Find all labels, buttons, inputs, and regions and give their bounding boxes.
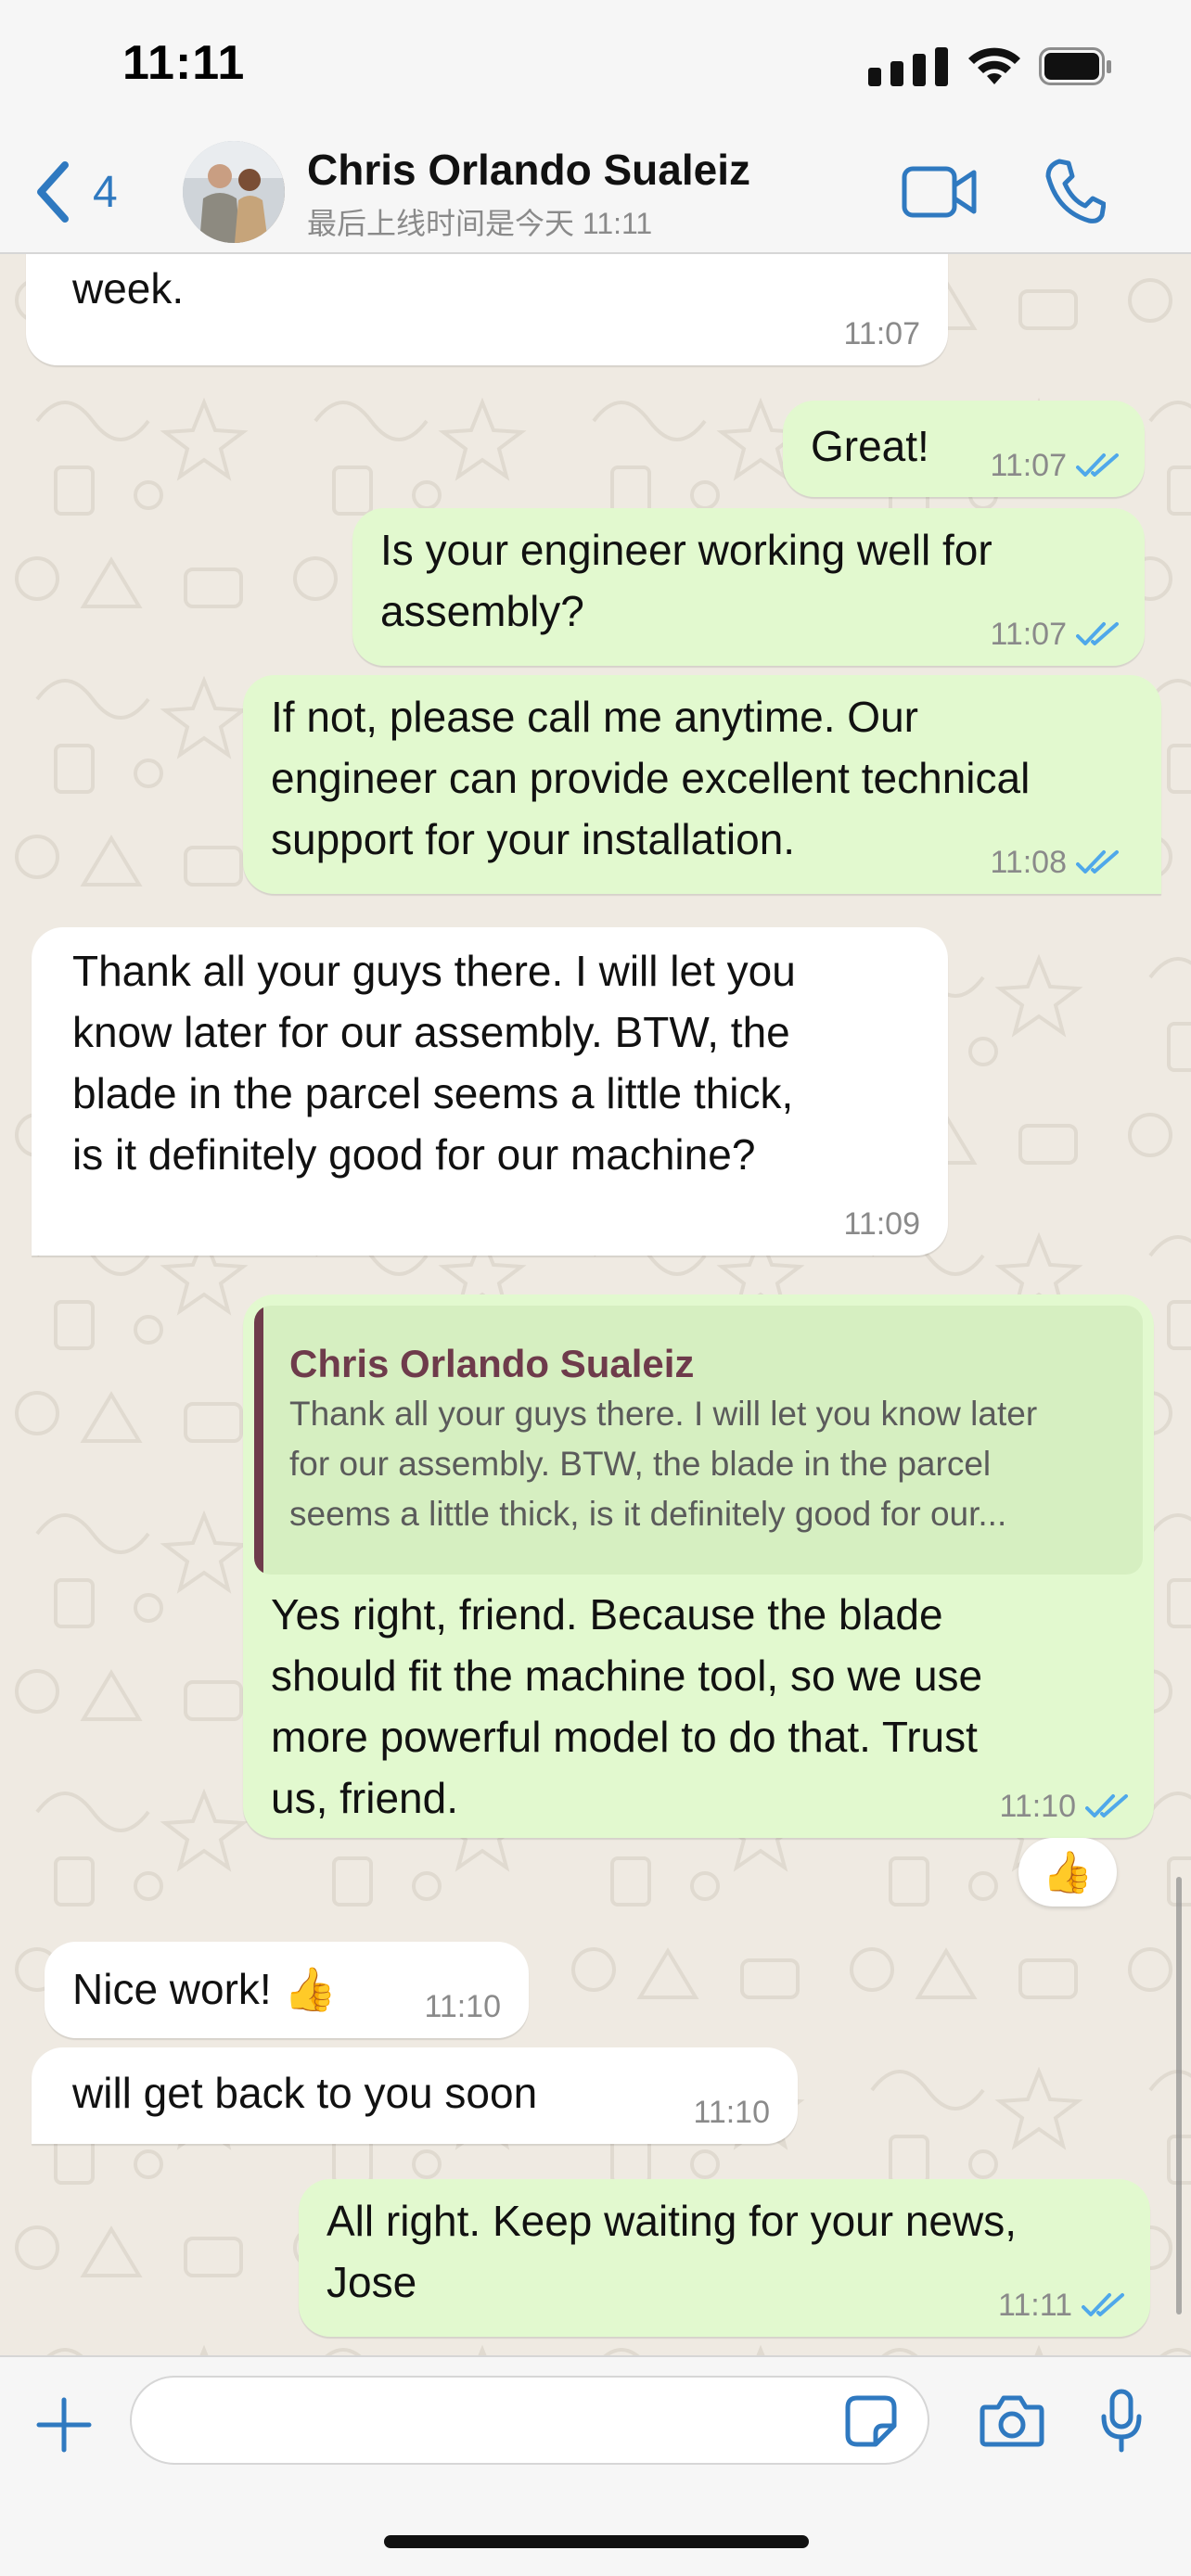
message-outgoing[interactable]: Is your engineer working well for assemb… — [352, 508, 1145, 666]
video-camera-icon — [902, 166, 977, 218]
quote-text: Thank all your guys there. I will let yo… — [289, 1395, 1038, 1533]
message-meta: 11:11 — [998, 2287, 1126, 2324]
read-receipt-icon — [1076, 850, 1119, 874]
message-time: 11:10 — [999, 1789, 1076, 1824]
message-meta: 11:10 — [424, 1988, 501, 2025]
message-meta: 11:10 — [693, 2094, 770, 2131]
camera-button[interactable] — [980, 2394, 1044, 2448]
status-bar: 11:11 — [0, 0, 1191, 130]
contact-name[interactable]: Chris Orlando Sualeiz — [307, 145, 750, 195]
read-receipt-icon — [1076, 453, 1119, 477]
message-text: Is your engineer working well for assemb… — [380, 526, 992, 635]
video-call-button[interactable] — [902, 163, 978, 221]
sticker-icon — [845, 2395, 897, 2447]
chat-area[interactable]: machine. I think it should be done this … — [0, 254, 1191, 2355]
message-text: will get back to you soon — [72, 2069, 538, 2117]
last-seen-status: 最后上线时间是今天 11:11 — [307, 207, 653, 240]
reaction-badge[interactable]: 👍 — [1018, 1838, 1117, 1906]
attach-button[interactable] — [35, 2396, 93, 2454]
back-button[interactable]: 4 — [33, 161, 118, 223]
message-text: Nice work! 👍 — [72, 1965, 337, 2013]
battery-icon — [1039, 47, 1111, 85]
message-text: Yes right, friend. Because the blade sho… — [271, 1590, 983, 1822]
message-meta: 11:07 — [990, 616, 1121, 653]
message-time: 11:07 — [843, 316, 920, 351]
message-incoming[interactable]: Thank all your guys there. I will let yo… — [32, 927, 948, 1256]
wifi-icon — [968, 47, 1020, 84]
home-indicator — [384, 2535, 809, 2548]
status-time: 11:11 — [122, 36, 246, 90]
microphone-icon — [1101, 2389, 1142, 2453]
status-icons — [868, 41, 1113, 93]
message-time: 11:10 — [424, 1989, 501, 2024]
message-time: 11:10 — [693, 2095, 770, 2130]
message-time: 11:08 — [990, 845, 1067, 880]
message-time: 11:11 — [997, 2288, 1072, 2323]
message-time: 11:07 — [990, 617, 1067, 652]
message-text: All right. Keep waiting for your news, J… — [327, 2197, 1018, 2306]
scrollbar-thumb[interactable] — [1176, 1877, 1182, 2315]
unread-count: 4 — [93, 167, 118, 217]
message-text: If not, please call me anytime. Our engi… — [271, 693, 1031, 863]
chat-header: 4 Chris Orlando Sualeiz 最后上线时间是今天 11:11 — [0, 130, 1191, 254]
read-receipt-icon — [1076, 622, 1119, 645]
message-outgoing[interactable]: If not, please call me anytime. Our engi… — [243, 675, 1161, 894]
message-outgoing[interactable]: Great! 11:07 — [783, 401, 1145, 497]
read-receipt-icon — [1085, 1794, 1128, 1817]
message-outgoing[interactable]: All right. Keep waiting for your news, J… — [299, 2179, 1150, 2337]
message-text: Thank all your guys there. I will let yo… — [72, 947, 796, 1179]
message-time: 11:07 — [990, 448, 1067, 483]
quote-accent-bar — [254, 1306, 263, 1575]
message-incoming[interactable]: machine. I think it should be done this … — [26, 254, 948, 365]
plus-icon — [36, 2397, 92, 2453]
sticker-button[interactable] — [844, 2394, 898, 2448]
avatar[interactable] — [183, 141, 285, 243]
message-meta: 11:09 — [843, 1205, 920, 1243]
quote-author: Chris Orlando Sualeiz — [289, 1342, 695, 1385]
message-meta: 11:08 — [990, 844, 1121, 881]
message-meta: 11:07 — [990, 447, 1121, 484]
chevron-left-icon — [37, 161, 69, 223]
voice-call-button[interactable] — [1044, 158, 1107, 224]
message-text: Great! — [811, 422, 929, 470]
message-text: machine. I think it should be done this … — [72, 264, 185, 312]
message-input[interactable] — [130, 2376, 929, 2465]
phone-icon — [1045, 159, 1107, 223]
message-meta: 11:10 — [999, 1788, 1130, 1825]
message-time: 11:09 — [843, 1206, 920, 1242]
message-input-bar — [0, 2355, 1191, 2576]
camera-icon — [980, 2395, 1044, 2447]
quoted-message[interactable]: Chris Orlando Sualeiz Thank all your guy… — [254, 1306, 1143, 1575]
cellular-signal-icon — [868, 47, 948, 86]
message-incoming[interactable]: Nice work! 👍 11:10 — [45, 1942, 529, 2038]
mic-button[interactable] — [1100, 2389, 1143, 2454]
message-meta: 11:07 — [843, 315, 920, 352]
message-incoming[interactable]: will get back to you soon 11:10 — [32, 2047, 798, 2144]
message-outgoing-reply[interactable]: Chris Orlando Sualeiz Thank all your guy… — [243, 1294, 1154, 1838]
read-receipt-icon — [1082, 2293, 1124, 2316]
thumbs-up-icon: 👍 — [1042, 1850, 1094, 1895]
